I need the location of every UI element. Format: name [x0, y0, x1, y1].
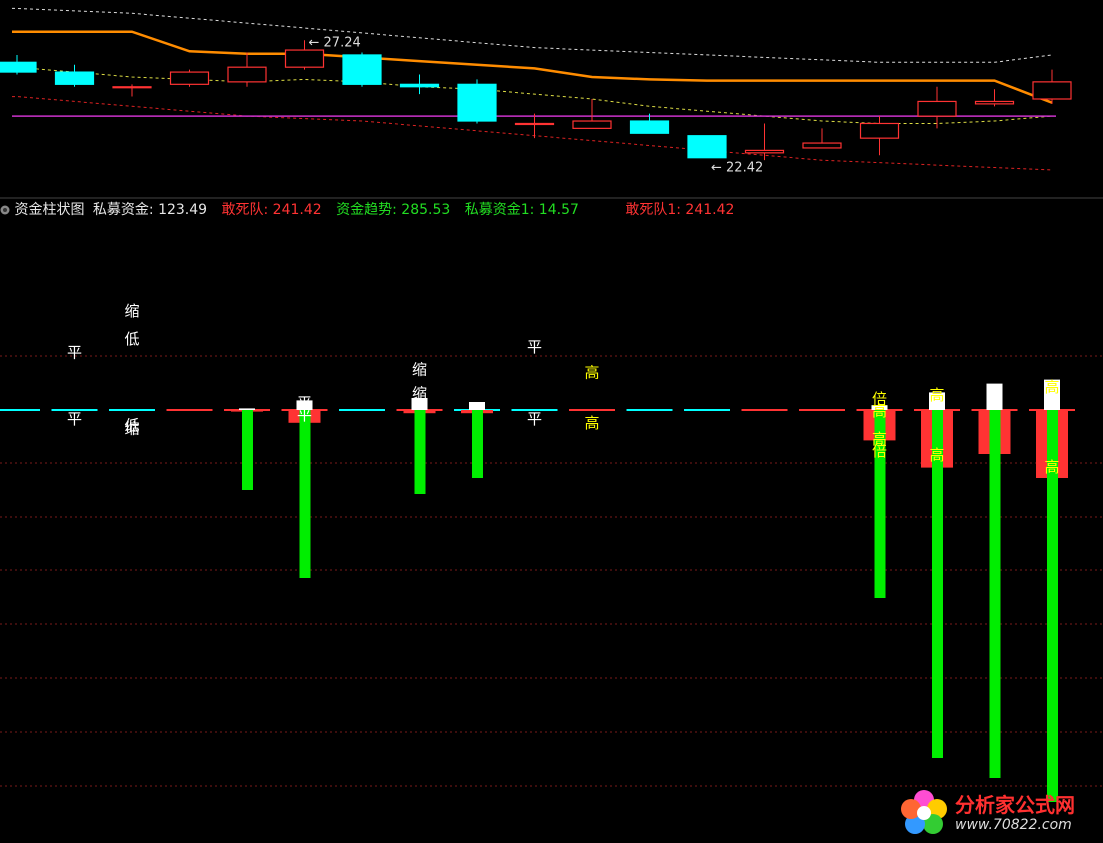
candle-body — [0, 61, 37, 73]
signal-label: 平 — [67, 410, 82, 428]
signal-label: 低 — [124, 330, 139, 348]
private-fund-bar — [469, 402, 485, 410]
signal-label: 平 — [527, 338, 542, 356]
candle-body — [112, 86, 152, 89]
trend-bar — [989, 410, 1001, 778]
trend-bar — [414, 410, 426, 494]
signal-label: 平 — [67, 344, 82, 362]
watermark: 分析家公式网 www.70822.com — [897, 787, 1097, 837]
signal-label: 高 — [1044, 378, 1059, 396]
trend-bar — [299, 410, 311, 578]
signal-label: 缩 — [124, 302, 139, 320]
signal-label: 平 — [527, 410, 542, 428]
candle-body — [1032, 81, 1072, 100]
high-price-annotation: ← 27.24 — [309, 35, 361, 50]
private-fund-bar — [986, 383, 1003, 410]
signal-label: 高 — [584, 414, 599, 432]
candle-body — [802, 142, 842, 149]
signal-label: 缩 — [124, 420, 139, 438]
candle-body — [687, 135, 727, 159]
indicator-title: 资金柱状图 — [14, 202, 85, 218]
trend-bar — [242, 410, 253, 490]
trend-bar — [472, 410, 483, 478]
candle-body — [514, 122, 555, 126]
watermark-flower-logo — [901, 790, 947, 834]
indicator-value-0: 私募资金: 123.49 — [92, 202, 208, 218]
candle-body — [284, 49, 325, 68]
candle-body — [974, 100, 1015, 105]
signal-label: 高 — [929, 446, 944, 464]
signal-label: 缩 — [412, 384, 427, 402]
ma-orange-line — [12, 30, 1053, 104]
watermark-name: 分析家公式网 — [955, 793, 1075, 817]
candle-body — [572, 120, 612, 129]
signal-label: 高 — [872, 402, 887, 420]
candle-body — [169, 71, 210, 85]
price-panel: ← 27.24 ← 22.42 — [0, 7, 1072, 176]
ma-yellow-line — [12, 66, 1053, 124]
signal-label: 高 — [1044, 458, 1059, 476]
low-price-annotation: ← 22.42 — [711, 161, 763, 176]
candle-body — [917, 100, 957, 117]
signal-label: 倍 — [872, 442, 887, 460]
candle-body — [227, 66, 267, 83]
indicator-settings-icon[interactable] — [0, 205, 10, 215]
signal-label: 平 — [297, 406, 312, 424]
indicator-value-3: 私募资金1: 14.57 — [464, 202, 579, 218]
fund-panel: 平平缩低低缩平平缩缩平平高高倍高高倍高高高高 — [0, 302, 1103, 802]
candle-body — [457, 83, 497, 122]
indicator-value-2: 资金趋势: 285.53 — [336, 202, 451, 218]
indicator-info-bar: 资金柱状图 私募资金: 123.49 敢死队: 241.42 资金趋势: 285… — [0, 200, 738, 220]
indicator-value-1: 敢死队: 241.42 — [221, 202, 322, 218]
band-upper-line — [12, 7, 1053, 63]
chart-canvas: ← 27.24← 22.42 平平缩低低缩平平缩缩平平高高倍高高倍高高高高 — [0, 7, 1103, 802]
watermark-url: www.70822.com — [955, 817, 1072, 833]
candle-body — [629, 120, 670, 134]
candle-body — [744, 149, 785, 154]
signal-label: 高 — [929, 386, 944, 404]
private-fund-bar — [239, 408, 255, 410]
candle-body — [859, 122, 900, 139]
signal-label: 缩 — [412, 360, 427, 378]
indicator-value-4: 敢死队1: 241.42 — [625, 202, 735, 218]
candle-body — [54, 71, 95, 85]
candle-body — [399, 83, 440, 88]
candle-body — [342, 54, 382, 85]
signal-label: 高 — [584, 364, 599, 382]
